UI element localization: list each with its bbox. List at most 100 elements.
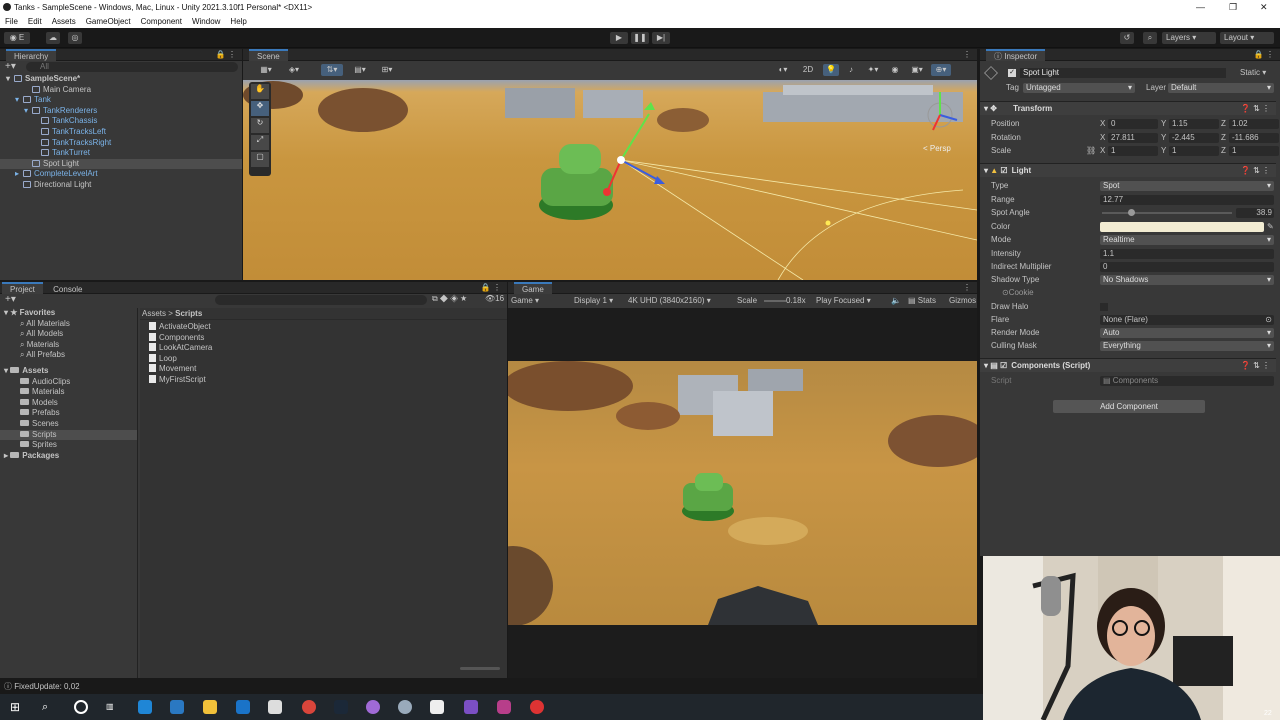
gizmos-button[interactable]: Gizmos <box>949 294 976 308</box>
lock-icon[interactable]: 🔒 ⋮ <box>1254 49 1274 61</box>
component-menu-icons[interactable]: ❓ ⇅ ⋮ <box>1241 164 1270 178</box>
move-tool-icon[interactable]: ✥ <box>251 101 269 116</box>
active-checkbox[interactable]: ✓ <box>1008 69 1016 77</box>
icon-size-slider[interactable] <box>460 667 500 670</box>
search-icon[interactable]: ⌕ <box>42 700 56 714</box>
script-file-item[interactable]: ActivateObject <box>149 322 507 333</box>
light-type-dropdown[interactable]: Spot ▾ <box>1100 181 1274 191</box>
assets-header[interactable]: ▾ Assets <box>0 366 137 377</box>
transform-z-field[interactable]: 1 <box>1229 146 1279 156</box>
game-mode-dropdown[interactable]: Game ▾ <box>511 294 539 308</box>
lock-icon[interactable]: 🔒 ⋮ <box>216 49 236 61</box>
mail-icon[interactable] <box>236 700 250 714</box>
filter-icons[interactable]: ⧉ ◆ ◈ ★ <box>432 294 467 304</box>
culling-mask-dropdown[interactable]: Everything ▾ <box>1100 341 1274 351</box>
effects-icon[interactable]: ✦▾ <box>863 64 883 76</box>
tab-game[interactable]: Game <box>514 282 552 294</box>
script-file-item[interactable]: Loop <box>149 353 507 365</box>
recorder-icon[interactable] <box>530 700 544 714</box>
transform-header[interactable]: ▾ ✥ Transform ❓ ⇅ ⋮ <box>980 101 1276 115</box>
unity-editor-icon[interactable] <box>430 700 444 714</box>
favorite-item[interactable]: ⌕ Materials <box>0 340 137 351</box>
tab-project[interactable]: Project <box>2 282 43 294</box>
script-file-item[interactable]: LookAtCamera <box>149 343 507 354</box>
range-field[interactable]: 12.77 <box>1100 194 1274 205</box>
camera-icon[interactable]: ▣▾ <box>907 64 927 76</box>
shadow-type-dropdown[interactable]: No Shadows ▾ <box>1100 275 1274 285</box>
favorites-header[interactable]: ▾ ★ Favorites <box>0 308 137 319</box>
resolution-dropdown[interactable]: 4K UHD (3840x2160) ▾ <box>628 294 711 308</box>
components-script-header[interactable]: ▾ ▤ ☑ Components (Script) ❓ ⇅ ⋮ <box>980 358 1276 372</box>
pivot-icon[interactable]: ◈▾ <box>283 64 305 76</box>
add-icon[interactable]: +▾ <box>5 61 16 72</box>
app-icon-2[interactable] <box>398 700 412 714</box>
hierarchy-item[interactable]: Spot Light <box>0 158 242 170</box>
chrome-icon[interactable] <box>302 700 316 714</box>
expand-arrow-icon[interactable]: ▾ <box>6 74 14 85</box>
draw-halo-checkbox[interactable] <box>1100 302 1108 311</box>
favorite-item[interactable]: ⌕ All Prefabs <box>0 350 137 361</box>
transform-y-field[interactable]: -2.445 <box>1169 132 1219 143</box>
step-button[interactable]: ▶| <box>652 32 670 44</box>
unity-hub-icon[interactable] <box>268 700 282 714</box>
obs-icon[interactable] <box>497 700 511 714</box>
collab-icon[interactable]: ◎ <box>68 32 82 44</box>
layout-dropdown[interactable]: Layout ▾ <box>1220 32 1274 44</box>
render-mode-dropdown[interactable]: Auto ▾ <box>1100 328 1274 338</box>
mode-2d-button[interactable]: 2D <box>799 64 817 76</box>
packages-header[interactable]: ▸ Packages <box>0 451 137 462</box>
breadcrumb-assets[interactable]: Assets <box>142 309 166 318</box>
light-header[interactable]: ▾ ▲ ☑ Light ❓ ⇅ ⋮ <box>980 163 1276 177</box>
light-enabled-checkbox[interactable]: ☑ <box>1000 166 1007 175</box>
constrain-proportions-icon[interactable]: ⛓ <box>1086 145 1096 157</box>
persp-label[interactable]: < Persp <box>923 144 951 153</box>
cloud-icon[interactable]: ☁ <box>46 32 60 44</box>
game-viewport[interactable] <box>508 361 977 625</box>
asset-folder-item[interactable]: AudioClips <box>0 377 137 388</box>
grid-icon[interactable]: ▤▾ <box>349 64 371 76</box>
edge-icon[interactable] <box>138 700 152 714</box>
component-menu-icons[interactable]: ❓ ⇅ ⋮ <box>1241 102 1270 116</box>
script-file-item[interactable]: Movement <box>149 364 507 375</box>
visual-studio-icon[interactable] <box>464 700 478 714</box>
add-component-button[interactable]: Add Component <box>1053 400 1205 413</box>
status-text[interactable]: FixedUpdate: 0,02 <box>14 682 79 691</box>
transform-x-field[interactable]: 0 <box>1108 119 1158 129</box>
scale-tool-icon[interactable]: ⤢ <box>251 135 269 150</box>
visibility-icon[interactable]: ◉ <box>887 64 903 76</box>
gizmos-icon[interactable]: ⊕▾ <box>931 64 951 76</box>
transform-z-field[interactable]: 1.02 <box>1229 119 1279 129</box>
menu-file[interactable]: File <box>0 15 23 26</box>
static-toggle[interactable]: Static ▾ <box>1240 68 1266 77</box>
script-file-item[interactable]: MyFirstScript <box>149 374 507 386</box>
expand-arrow-icon[interactable]: ▾ <box>24 106 32 117</box>
hierarchy-item[interactable]: ▾ Tank <box>0 95 242 106</box>
explorer-icon[interactable] <box>203 700 217 714</box>
layer-dropdown[interactable]: Default ▾ <box>1168 83 1274 93</box>
stats-button[interactable]: ▤ Stats <box>908 294 936 308</box>
play-button[interactable]: ▶ <box>610 32 628 44</box>
hand-tool-icon[interactable]: ✋ <box>251 84 269 99</box>
hierarchy-item[interactable]: TankTurret <box>0 148 242 159</box>
draw-mode-icon[interactable]: ▦▾ <box>255 64 277 76</box>
object-picker-icon[interactable]: ⊙ <box>1265 315 1272 325</box>
app-icon[interactable] <box>366 700 380 714</box>
script-enabled-checkbox[interactable]: ☑ <box>1000 361 1007 370</box>
hierarchy-item[interactable]: TankTracksRight <box>0 138 242 149</box>
expand-arrow-icon[interactable]: ▸ <box>15 169 23 180</box>
favorite-item[interactable]: ⌕ All Models <box>0 329 137 340</box>
rect-tool-icon[interactable]: ▢ <box>251 152 269 167</box>
transform-x-field[interactable]: 27.811 <box>1108 132 1158 143</box>
add-icon[interactable]: +▾ <box>5 294 16 305</box>
transform-x-field[interactable]: 1 <box>1108 146 1158 156</box>
asset-folder-item[interactable]: Materials <box>0 387 137 398</box>
hierarchy-search-input[interactable]: All <box>26 62 238 72</box>
move-snap-icon[interactable]: ⇅▾ <box>321 64 343 76</box>
tab-scene[interactable]: Scene <box>249 49 288 61</box>
expand-arrow-icon[interactable]: ▾ <box>15 95 23 106</box>
project-search-input[interactable] <box>215 295 427 305</box>
flare-field[interactable]: None (Flare) ⊙ <box>1100 315 1274 325</box>
snap-icon[interactable]: ⊞▾ <box>375 64 399 76</box>
start-icon[interactable]: ⊞ <box>10 700 24 714</box>
component-menu-icons[interactable]: ❓ ⇅ ⋮ <box>1241 359 1270 373</box>
